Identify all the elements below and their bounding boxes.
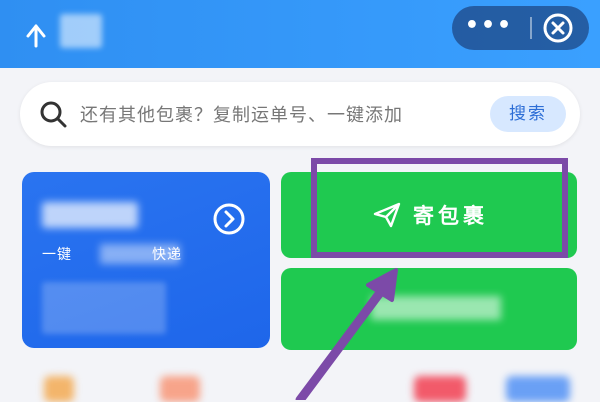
card-image-blurred	[42, 282, 166, 334]
subtitle-prefix: 一键	[42, 247, 72, 263]
search-icon	[40, 101, 67, 128]
header-bar: •••	[0, 0, 600, 68]
green-feature-card[interactable]	[281, 268, 577, 350]
blue-feature-card[interactable]: 一键 快递	[22, 172, 270, 348]
search-button[interactable]: 搜索	[490, 96, 566, 132]
bottom-shortcut-row	[0, 358, 600, 402]
shortcut-blur-1	[44, 376, 74, 402]
card-label-blurred	[371, 296, 501, 320]
shortcut-blur-3	[414, 376, 466, 402]
mini-program-capsule: •••	[452, 6, 589, 50]
back-arrow-icon[interactable]	[22, 20, 50, 48]
page-title-blurred	[60, 14, 102, 48]
shortcut-blur-2	[160, 376, 200, 402]
shortcut-blur-4	[506, 376, 570, 402]
more-button[interactable]: •••	[452, 6, 526, 50]
highlight-box	[311, 158, 568, 258]
chevron-right-circle-icon[interactable]	[212, 202, 246, 236]
card-title-blurred	[42, 202, 138, 228]
search-input[interactable]: 还有其他包裹？复制运单号、一键添加	[80, 101, 403, 127]
search-bar[interactable]: 还有其他包裹？复制运单号、一键添加 搜索	[20, 82, 580, 146]
capsule-divider	[530, 17, 532, 39]
close-circle-icon[interactable]	[542, 12, 574, 44]
subtitle-blur	[100, 244, 180, 264]
